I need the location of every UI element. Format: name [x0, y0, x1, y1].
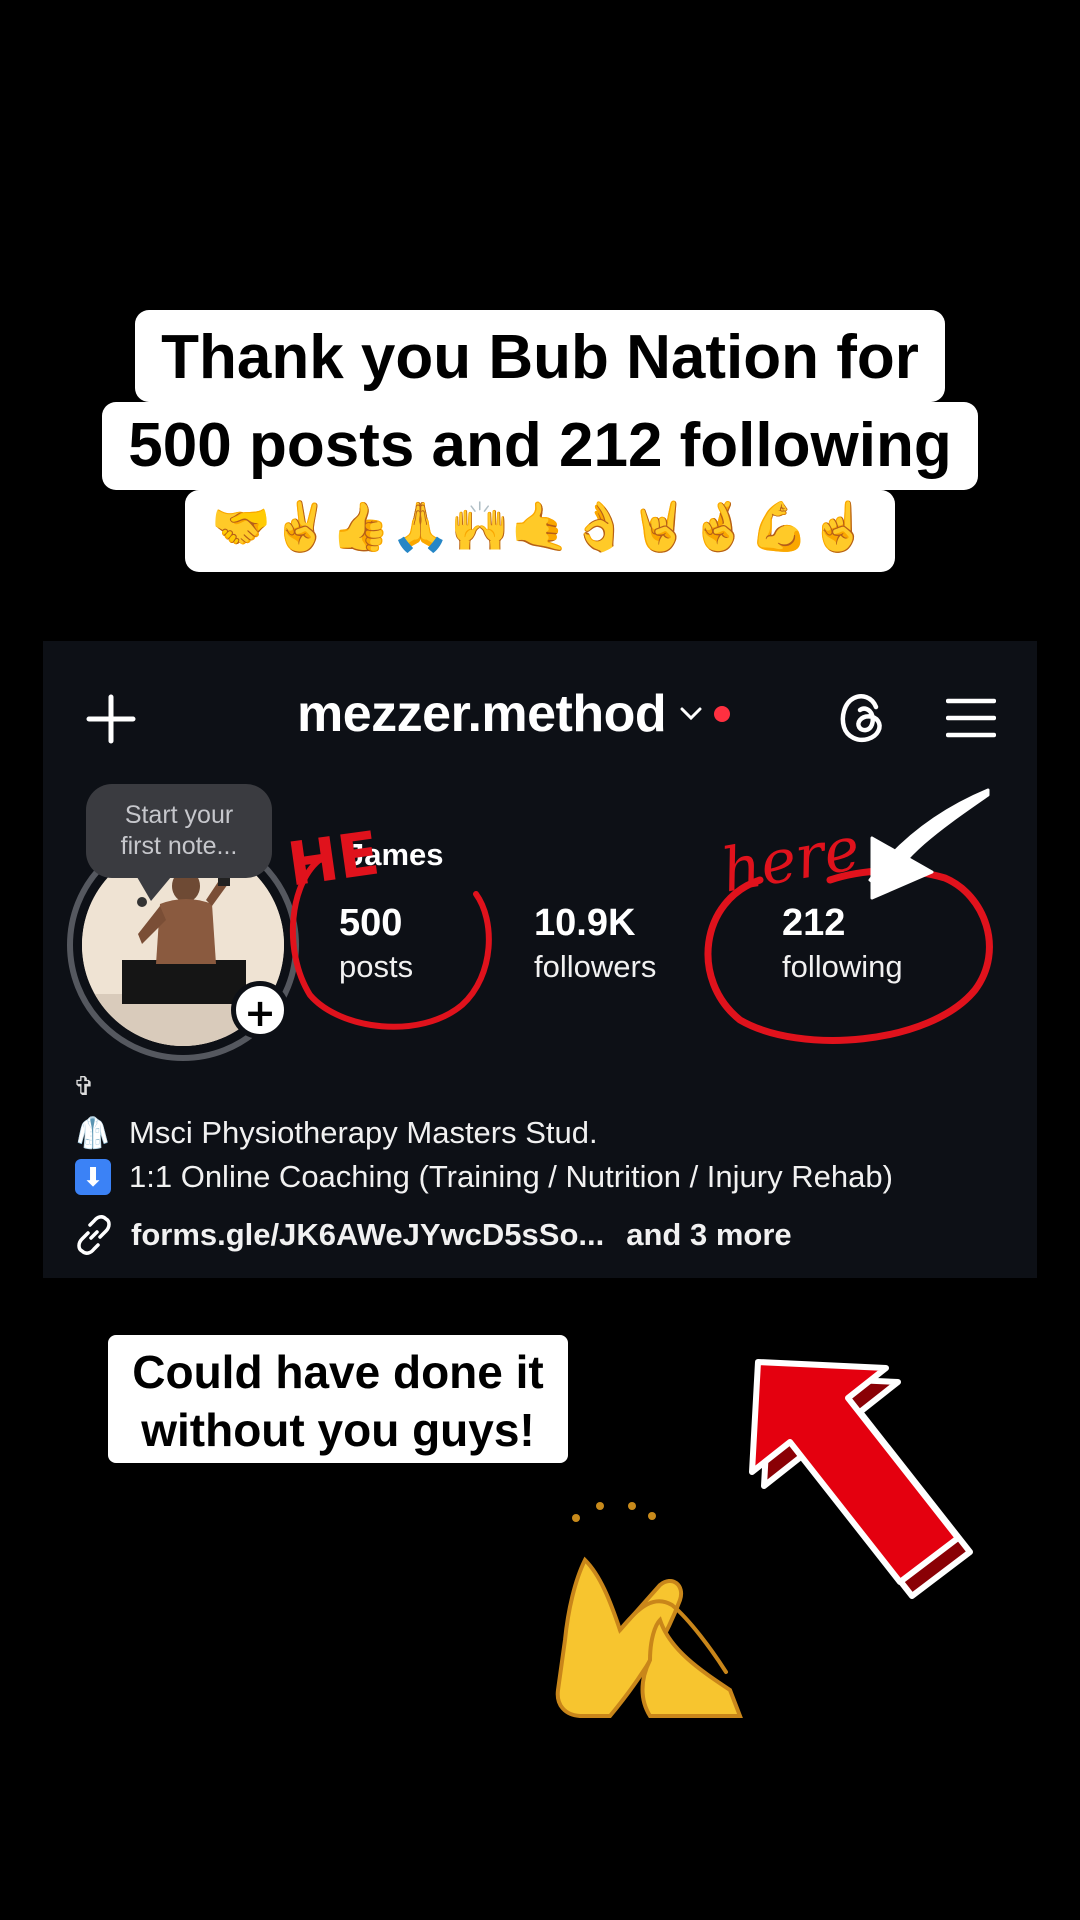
bio-cross: ✞ [73, 1071, 95, 1101]
top-caption: Thank you Bub Nation for 500 posts and 2… [0, 310, 1080, 572]
note-bubble[interactable]: Start your first note... [86, 784, 272, 878]
threads-icon[interactable] [836, 689, 890, 745]
username: mezzer.method [297, 685, 667, 743]
display-name: James [347, 837, 444, 872]
notification-dot [714, 706, 731, 722]
bio-line-2-text: 1:1 Online Coaching (Training / Nutritio… [129, 1159, 893, 1194]
following-label: following [782, 949, 903, 984]
add-story-button[interactable]: + [231, 981, 289, 1039]
account-switcher[interactable]: mezzer.method [297, 679, 731, 749]
caption-line-2: 500 posts and 212 following [102, 402, 978, 490]
clapping-hands-icon [555, 1502, 743, 1718]
caption-line-1: Thank you Bub Nation for [135, 310, 945, 402]
profile-top-bar: mezzer.method [43, 641, 1037, 781]
bio-link-row[interactable]: forms.gle/JK6AWeJYwcD5sSo... and 3 more [73, 1214, 792, 1256]
note-tail [137, 877, 171, 901]
down-arrow-icon: ⬇ [75, 1159, 111, 1195]
bottom-caption-line-2: without you guys! [141, 1404, 535, 1456]
bio-line-1-text: Msci Physiotherapy Masters Stud. [129, 1115, 598, 1150]
lab-coat-icon: 🥼 [74, 1116, 112, 1150]
link-icon [77, 1215, 111, 1255]
following-count: 212 [782, 902, 846, 944]
followers-count: 10.9K [534, 902, 636, 944]
menu-icon[interactable] [946, 697, 996, 739]
bottom-caption-line-1: Could have done it [132, 1346, 544, 1398]
stat-followers[interactable]: 10.9K followers [534, 901, 656, 989]
note-line-1: Start your [124, 801, 234, 829]
profile-screenshot: mezzer.method + Start your first note...… [43, 641, 1037, 1278]
stat-following[interactable]: 212 following [782, 901, 903, 989]
plus-icon[interactable] [85, 693, 137, 745]
note-line-2: first note... [120, 832, 238, 860]
stat-posts[interactable]: 500 posts [339, 901, 413, 989]
red-arrow-icon [749, 1359, 973, 1599]
bio-line-1: 🥼 Msci Physiotherapy Masters Stud. [73, 1115, 598, 1151]
posts-label: posts [339, 949, 414, 984]
chevron-down-icon [680, 707, 702, 721]
bottom-caption: Could have done it without you guys! [108, 1335, 568, 1463]
posts-count: 500 [339, 902, 403, 944]
bio-link[interactable]: forms.gle/JK6AWeJYwcD5sSo... [131, 1217, 604, 1253]
caption-emoji-line: 🤝✌️👍🙏🙌🤙👌🤘🤞💪☝️ [185, 490, 895, 572]
bio-line-2: ⬇ 1:1 Online Coaching (Training / Nutrit… [73, 1159, 893, 1195]
bio-link-more[interactable]: and 3 more [626, 1217, 791, 1253]
followers-label: followers [534, 949, 657, 984]
